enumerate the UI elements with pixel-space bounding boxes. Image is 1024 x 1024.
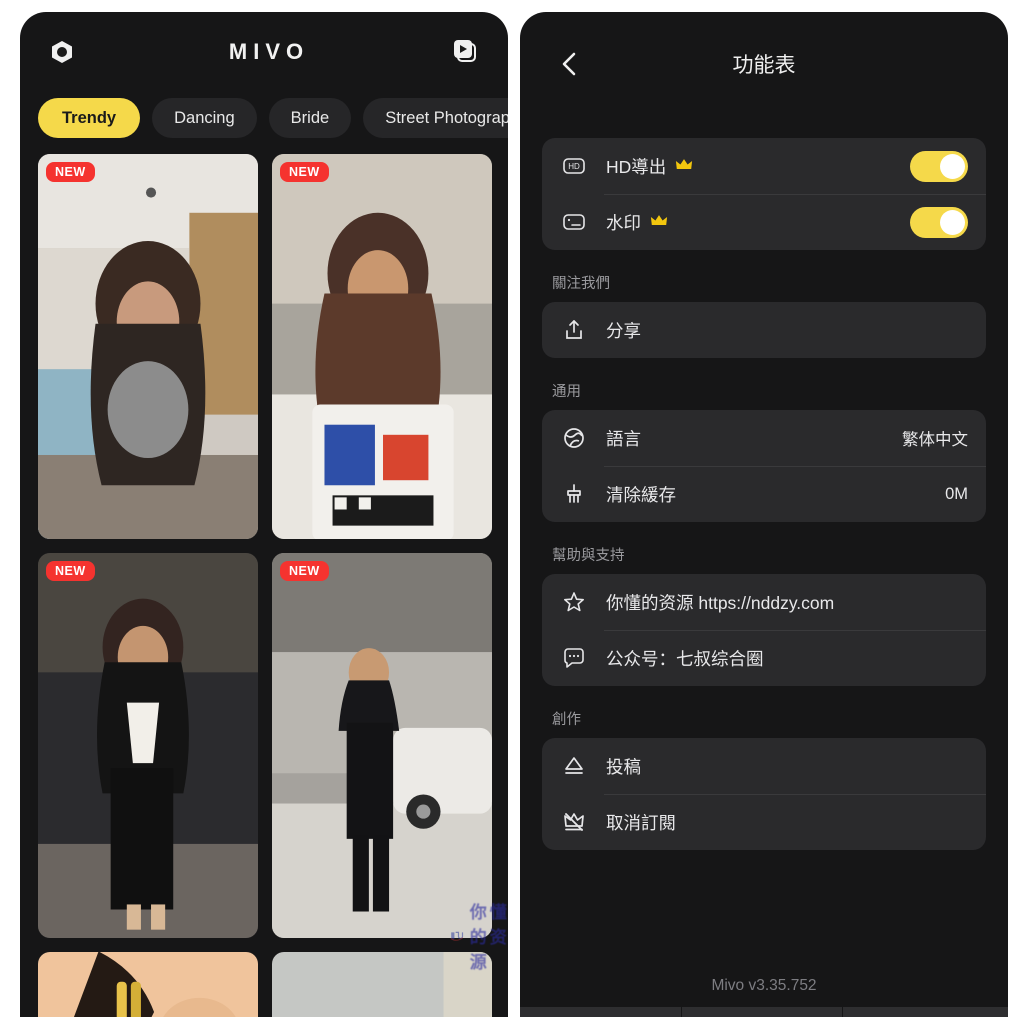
template-card[interactable]: NEW (38, 553, 258, 938)
template-card[interactable]: NEW (272, 154, 492, 539)
row-official-account[interactable]: 公众号：七叔综合圈 (542, 630, 986, 686)
thumbnail-image (38, 154, 258, 539)
tab-dancing[interactable]: Dancing (152, 98, 257, 138)
thumbnail-image (38, 553, 258, 938)
template-card[interactable]: NEW (272, 553, 492, 938)
new-badge: NEW (46, 561, 95, 581)
thumbnail-image (272, 154, 492, 539)
general-group: 語言 繁体中文 清除緩存 0M (542, 410, 986, 522)
section-title-creation: 創作 (552, 712, 581, 728)
thumbnail-image (38, 952, 258, 1017)
export-settings-group: HD HD導出 水印 (542, 138, 986, 250)
row-share[interactable]: 分享 (542, 302, 986, 358)
row-watermark[interactable]: 水印 (542, 194, 986, 250)
mivo-feed-panel: MIVO Trendy Dancing Bride Street Photogr… (20, 12, 508, 1017)
star-icon (562, 590, 596, 614)
row-unsubscribe[interactable]: 取消訂閱 (542, 794, 986, 850)
chat-icon (562, 646, 596, 670)
camera-shutter-icon[interactable] (42, 32, 82, 72)
back-chevron-icon[interactable] (554, 48, 586, 80)
section-title-help: 幫助與支持 (552, 548, 625, 564)
help-group: 你懂的资源 https://nddzy.com 公众号：七叔综合圈 (542, 574, 986, 686)
section-title-follow-us: 關注我們 (552, 276, 610, 292)
globe-icon (562, 426, 596, 450)
row-label: 語言 (606, 428, 641, 449)
row-label: 取消訂閱 (606, 812, 676, 833)
row-label: 你懂的资源 https://nddzy.com (606, 592, 835, 613)
settings-panel: 功能表 HD HD導出 水印 關注我們 分享 通用 語言 繁体中文 清除緩存 0… (520, 12, 1008, 1017)
share-icon (562, 318, 596, 342)
svg-text:HD: HD (568, 162, 580, 171)
crown-icon (650, 214, 668, 230)
follow-us-group: 分享 (542, 302, 986, 358)
hd-icon: HD (562, 154, 596, 178)
settings-body: HD HD導出 水印 關注我們 分享 通用 語言 繁体中文 清除緩存 0M 幫助… (520, 116, 1008, 850)
row-label: 公众号：七叔综合圈 (606, 648, 764, 669)
watermark-icon (562, 210, 596, 234)
language-value: 繁体中文 (902, 431, 968, 449)
tab-bride[interactable]: Bride (268, 98, 352, 138)
settings-title: 功能表 (732, 54, 796, 77)
android-navigation-bar[interactable] (520, 1007, 1008, 1017)
tab-trendy[interactable]: Trendy (38, 98, 141, 138)
settings-header: 功能表 (520, 12, 1008, 116)
row-label: 清除緩存 (606, 484, 676, 505)
hd-export-toggle[interactable] (910, 150, 968, 182)
row-resource-link[interactable]: 你懂的资源 https://nddzy.com (542, 574, 986, 630)
new-badge: NEW (280, 561, 329, 581)
row-language[interactable]: 語言 繁体中文 (542, 410, 986, 466)
row-label: HD導出 (606, 156, 667, 177)
cache-size-value: 0M (945, 484, 968, 503)
crown-icon (675, 158, 693, 174)
app-version-label: Mivo v3.35.752 (711, 977, 817, 994)
creation-group: 投稿 取消訂閱 (542, 738, 986, 850)
template-card[interactable] (272, 952, 492, 1017)
tab-street-photography[interactable]: Street Photography (363, 98, 508, 138)
row-label: 水印 (606, 212, 641, 233)
video-stack-icon[interactable] (446, 32, 486, 72)
section-title-general: 通用 (552, 384, 581, 400)
new-badge: NEW (280, 162, 329, 182)
template-card[interactable]: NEW (38, 154, 258, 539)
thumbnail-image (272, 553, 492, 938)
row-clear-cache[interactable]: 清除緩存 0M (542, 466, 986, 522)
row-submit[interactable]: 投稿 (542, 738, 986, 794)
template-card[interactable] (38, 952, 258, 1017)
row-label: 投稿 (606, 756, 641, 777)
submit-icon (562, 754, 596, 778)
crown-off-icon (562, 810, 596, 834)
new-badge: NEW (46, 162, 95, 182)
template-grid: NEW NEW NEW NEW (20, 144, 508, 1017)
thumbnail-image (272, 952, 492, 1017)
screenshot-stage: MIVO Trendy Dancing Bride Street Photogr… (0, 0, 1024, 1024)
category-tab-row[interactable]: Trendy Dancing Bride Street Photography (20, 92, 508, 144)
watermark-toggle[interactable] (910, 206, 968, 238)
row-label: 分享 (606, 320, 641, 341)
row-hd-export[interactable]: HD HD導出 (542, 138, 986, 194)
broom-icon (562, 482, 596, 506)
app-header: MIVO (20, 12, 508, 92)
page-title: MIVO (228, 39, 310, 64)
